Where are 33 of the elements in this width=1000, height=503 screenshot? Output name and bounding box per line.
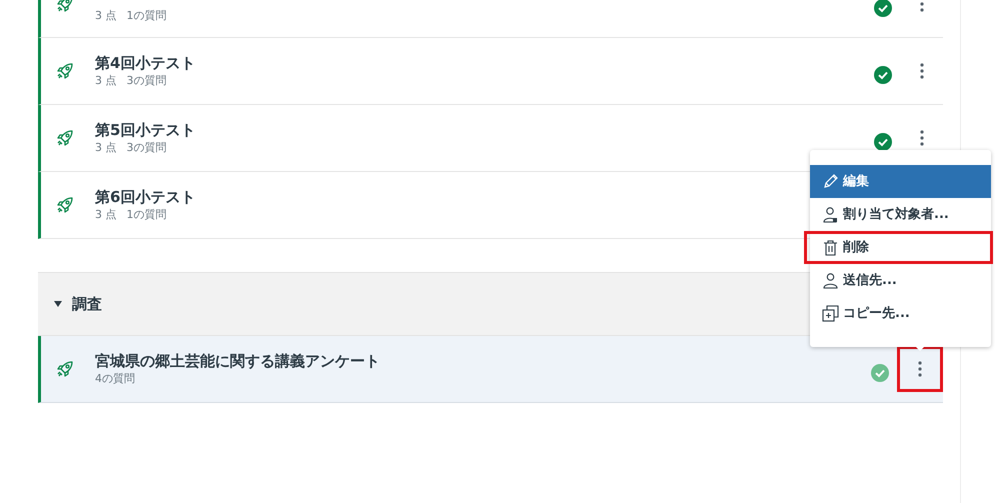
section-title[interactable]: 調査 — [72, 292, 102, 316]
menu-item[interactable]: 割り当て対象者... — [810, 198, 991, 231]
question-count: 4の質問 — [95, 372, 135, 385]
question-count: 3の質問 — [126, 141, 166, 154]
rocket-icon — [56, 129, 74, 147]
menu-item[interactable]: 削除 — [804, 231, 993, 264]
more-options-button[interactable] — [897, 346, 943, 392]
menu-item[interactable]: 編集 — [810, 165, 991, 198]
vertical-dots-icon — [920, 0, 924, 12]
points-text: 3 点 — [95, 141, 116, 154]
rocket-icon — [56, 62, 74, 80]
trash-icon — [822, 239, 839, 256]
points-text: 3 点 — [95, 208, 116, 221]
pencil-icon — [822, 173, 839, 190]
menu-item[interactable]: 送信先... — [810, 264, 991, 297]
quiz-title[interactable]: 第5回小テスト — [95, 120, 874, 140]
quiz-title[interactable]: 第4回小テスト — [95, 53, 874, 73]
person-icon — [822, 206, 839, 223]
menu-item[interactable]: コピー先... — [810, 297, 991, 330]
points-text: 3 点 — [95, 74, 116, 87]
question-count: 3の質問 — [126, 74, 166, 87]
rocket-icon — [56, 0, 74, 13]
question-count: 1の質問 — [126, 9, 166, 22]
quiz-title[interactable]: 宮城県の郷土芸能に関する講義アンケート — [95, 351, 871, 371]
rocket-icon — [56, 196, 74, 214]
vertical-dots-icon — [918, 361, 922, 377]
vertical-dots-icon — [920, 130, 924, 146]
question-count: 1の質問 — [126, 208, 166, 221]
rocket-icon — [56, 360, 74, 378]
person-icon — [822, 272, 839, 289]
copy-icon — [822, 305, 839, 322]
points-text: 3 点 — [95, 9, 116, 22]
vertical-dots-icon — [920, 63, 924, 79]
